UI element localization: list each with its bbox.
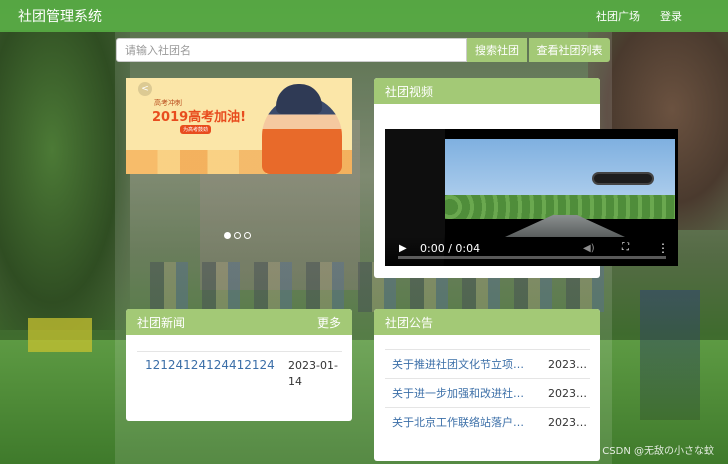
slide-student-hair — [276, 84, 322, 114]
notice-item-date: 2023-0... — [548, 357, 590, 371]
panel-header: 社团视频 — [374, 78, 600, 104]
list-item: 关于北京工作联络站落户的通知 2023-0... — [385, 407, 590, 436]
notice-panel-title: 社团公告 — [385, 315, 434, 330]
list-item: 关于推进社团文化节立项的通知 2023-0... — [385, 349, 590, 378]
slide-title: 2019高考加油! — [152, 110, 247, 125]
video-progress-bar[interactable] — [398, 256, 666, 259]
club-notice-panel: 社团公告 关于推进社团文化节立项的通知 2023-0... 关于进一步加强和改进… — [374, 309, 600, 461]
video-frame-mirror — [592, 172, 654, 185]
video-player[interactable]: ▶ 0:00 / 0:04 ◀) ⛶ ⋮ — [385, 129, 678, 266]
notice-list: 关于推进社团文化节立项的通知 2023-0... 关于进一步加强和改进社团工作的… — [385, 349, 590, 436]
background-tree-left — [0, 30, 130, 330]
notice-item-date: 2023-0... — [548, 386, 590, 400]
carousel-indicators — [224, 232, 251, 239]
top-navbar: 社团管理系统 社团广场 登录 — [0, 0, 728, 32]
nav-links: 社团广场 登录 — [596, 8, 682, 24]
list-item: 12124124124412124 2023-01-14 — [137, 351, 342, 390]
video-controls: ▶ 0:00 / 0:04 ◀) ⛶ ⋮ — [385, 236, 678, 266]
brand-title[interactable]: 社团管理系统 — [18, 6, 102, 26]
search-club-button[interactable]: 搜索社团 — [467, 38, 527, 62]
panel-header: 社团公告 — [374, 309, 600, 335]
news-item-title[interactable]: 12124124124412124 — [145, 358, 275, 390]
view-club-list-button[interactable]: 查看社团列表 — [529, 38, 610, 62]
carousel-dot-2[interactable] — [234, 232, 241, 239]
notice-item-title[interactable]: 关于推进社团文化节立项的通知 — [392, 356, 526, 372]
search-bar: 搜索社团 查看社团列表 — [116, 38, 610, 62]
background-person — [640, 290, 700, 420]
news-more-link[interactable]: 更多 — [317, 314, 341, 331]
list-item: 关于进一步加强和改进社团工作的通知 2023-0... — [385, 378, 590, 407]
search-input[interactable] — [116, 38, 467, 62]
nav-club-square[interactable]: 社团广场 — [596, 8, 640, 24]
news-item-date: 2023-01-14 — [288, 359, 338, 388]
carousel-slide[interactable]: < 高考冲刺 2019高考加油! 为高考鼓劲 — [126, 78, 352, 174]
video-time: 0:00 / 0:04 — [420, 242, 481, 255]
notice-item-date: 2023-0... — [548, 415, 590, 429]
news-panel-title: 社团新闻 — [137, 315, 186, 330]
csdn-watermark: CSDN @无敌の小さな蚊 — [602, 446, 714, 457]
fullscreen-icon[interactable]: ⛶ — [622, 242, 629, 253]
panel-header: 社团新闻 更多 — [126, 309, 352, 335]
notice-item-title[interactable]: 关于进一步加强和改进社团工作的通知 — [392, 385, 526, 401]
play-icon[interactable]: ▶ — [399, 243, 407, 254]
slide-tag: 为高考鼓劲 — [180, 125, 212, 134]
notice-item-title[interactable]: 关于北京工作联络站落户的通知 — [392, 414, 526, 430]
banner-carousel: < 高考冲刺 2019高考加油! 为高考鼓劲 — [126, 78, 352, 268]
volume-icon[interactable]: ◀) — [583, 243, 595, 254]
video-panel-title: 社团视频 — [385, 84, 434, 99]
carousel-dot-1[interactable] — [224, 232, 231, 239]
more-options-icon[interactable]: ⋮ — [657, 241, 669, 255]
background-table — [28, 318, 92, 352]
chevron-left-icon[interactable]: < — [138, 82, 152, 96]
nav-login[interactable]: 登录 — [660, 8, 682, 24]
club-news-panel: 社团新闻 更多 12124124124412124 2023-01-14 — [126, 309, 352, 421]
carousel-dot-3[interactable] — [244, 232, 251, 239]
